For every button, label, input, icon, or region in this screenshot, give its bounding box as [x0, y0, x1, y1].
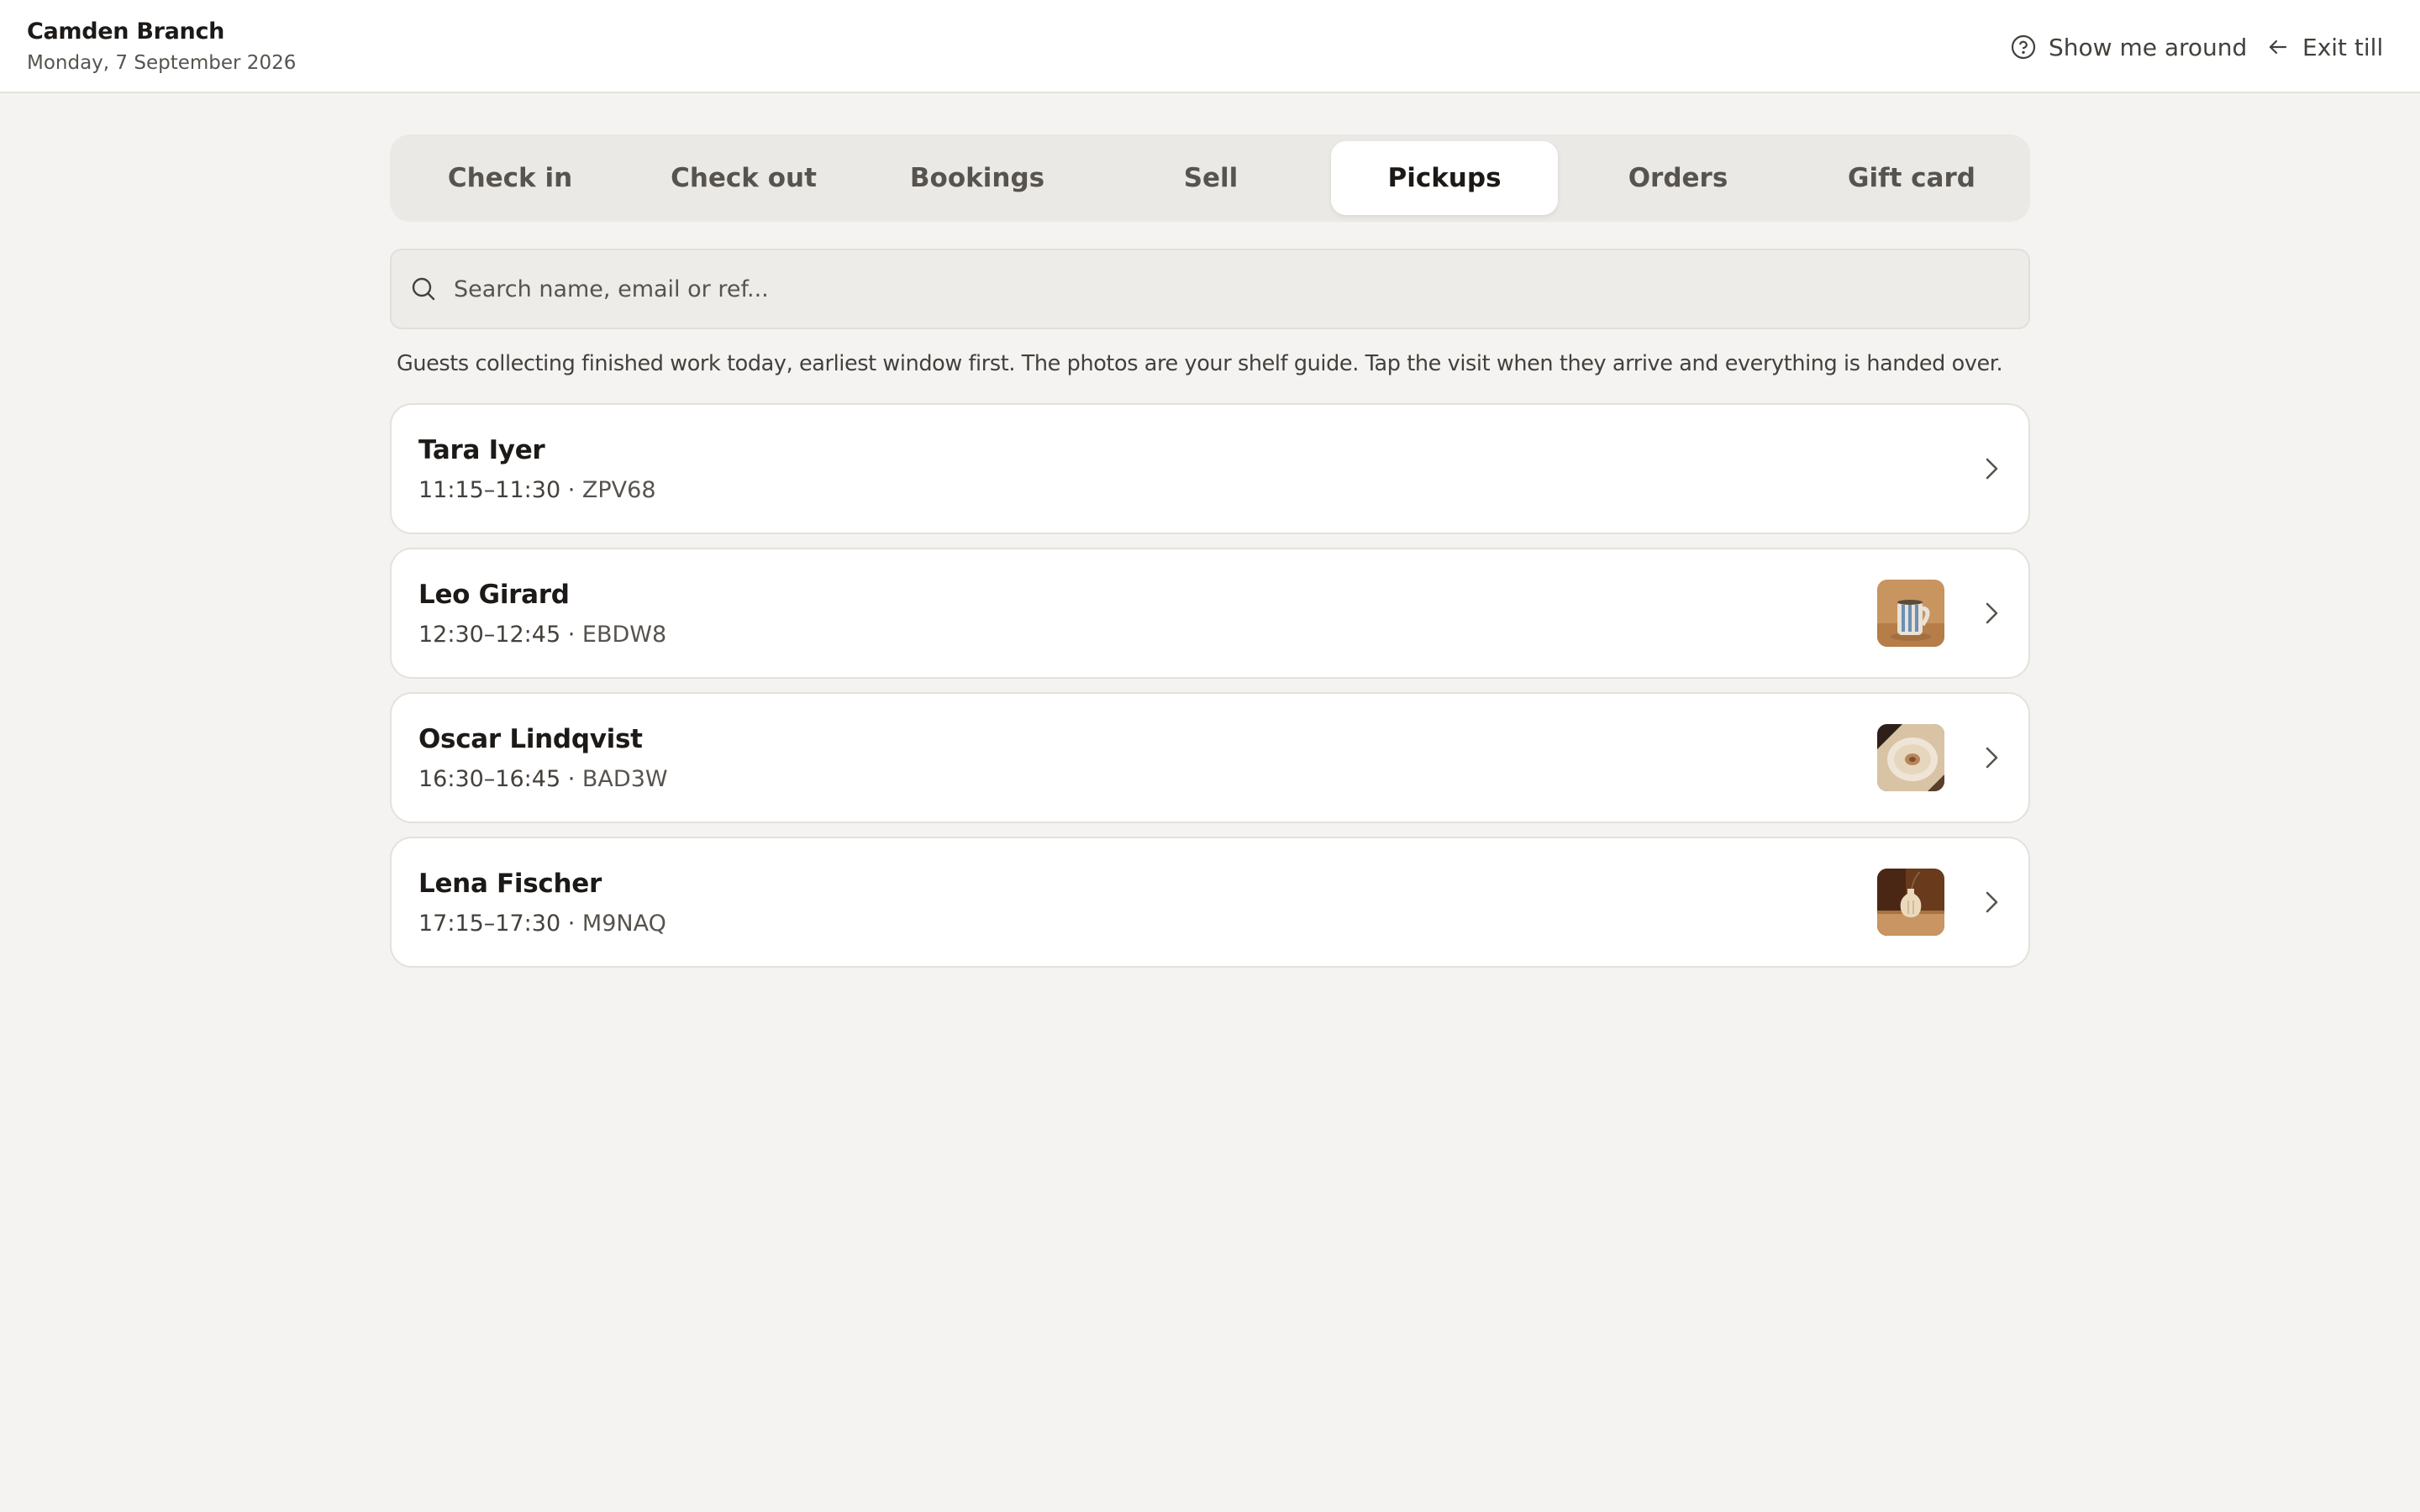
chevron-right-icon [1975, 596, 2008, 633]
pickup-window: 11:15–11:30 [418, 477, 561, 503]
arrow-left-icon [2265, 34, 2291, 60]
meta-separator: · [567, 766, 576, 792]
tab-bar: Check in Check out Bookings Sell Pickups… [390, 134, 2030, 222]
striped-mug-photo [1877, 580, 1944, 647]
branch-name: Camden Branch [27, 18, 225, 45]
pickup-window: 17:15–17:30 [418, 911, 561, 937]
booking-ref: ZPV68 [581, 477, 656, 503]
meta-separator: · [567, 477, 576, 503]
tab-orders[interactable]: Orders [1565, 141, 1791, 215]
guest-name: Lena Fischer [418, 869, 602, 899]
search-icon [410, 276, 437, 306]
search-input[interactable] [452, 250, 1998, 328]
exit-till-label: Exit till [2302, 33, 2384, 61]
pickup-card[interactable]: Tara Iyer 11:15–11:30 · ZPV68 [390, 403, 2030, 534]
ceramic-plate-photo [1877, 724, 1944, 791]
chevron-right-icon [1975, 885, 2008, 922]
guest-name: Oscar Lindqvist [418, 724, 643, 754]
meta-separator: · [567, 622, 576, 648]
meta-separator: · [567, 911, 576, 937]
booking-ref: M9NAQ [581, 911, 666, 937]
tab-check-in[interactable]: Check in [397, 141, 623, 215]
top-bar: Camden Branch Monday, 7 September 2026 S… [0, 0, 2420, 93]
pickup-details: 12:30–12:45 · EBDW8 [418, 622, 666, 648]
pickup-card[interactable]: Leo Girard 12:30–12:45 · EBDW8 [390, 548, 2030, 679]
pickup-card[interactable]: Lena Fischer 17:15–17:30 · M9NAQ [390, 837, 2030, 968]
guest-name: Tara Iyer [418, 435, 545, 465]
tab-pickups[interactable]: Pickups [1331, 141, 1558, 215]
pickup-details: 17:15–17:30 · M9NAQ [418, 911, 666, 937]
tab-gift-card[interactable]: Gift card [1798, 141, 2025, 215]
pickups-hint: Guests collecting finished work today, e… [397, 351, 2003, 376]
chevron-right-icon [1975, 452, 2008, 489]
chevron-right-icon [1975, 741, 2008, 778]
booking-ref: BAD3W [581, 766, 668, 792]
pickup-window: 16:30–16:45 [418, 766, 561, 792]
pickup-details: 11:15–11:30 · ZPV68 [418, 477, 656, 503]
pickup-card[interactable]: Oscar Lindqvist 16:30–16:45 · BAD3W [390, 692, 2030, 823]
vase-photo [1877, 869, 1944, 936]
show-me-around-label: Show me around [2049, 33, 2248, 61]
tab-sell[interactable]: Sell [1097, 141, 1324, 215]
tab-check-out[interactable]: Check out [630, 141, 857, 215]
help-circle-icon [2010, 34, 2037, 60]
pickup-details: 16:30–16:45 · BAD3W [418, 766, 668, 792]
exit-till-button[interactable]: Exit till [2265, 30, 2383, 64]
booking-ref: EBDW8 [581, 622, 667, 648]
current-date: Monday, 7 September 2026 [27, 52, 297, 74]
show-me-around-button[interactable]: Show me around [2010, 30, 2247, 64]
tab-bookings[interactable]: Bookings [864, 141, 1091, 215]
pickup-window: 12:30–12:45 [418, 622, 561, 648]
guest-name: Leo Girard [418, 580, 570, 610]
search-box [390, 249, 2030, 329]
